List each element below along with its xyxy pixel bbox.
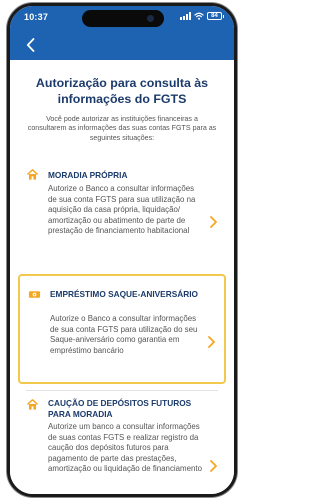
camera-notch — [82, 10, 164, 27]
phone-frame: 10:37 84 Autorização para consulta às in… — [7, 3, 237, 497]
app-header: 10:37 84 — [10, 6, 234, 60]
money-icon — [28, 291, 41, 298]
option-title: MORADIA PRÓPRIA — [48, 170, 128, 180]
option-title: EMPRÉSTIMO SAQUE-ANIVERSÁRIO — [50, 289, 198, 299]
option-moradia-propria[interactable]: MORADIA PRÓPRIA Autorize o Banco a consu… — [18, 162, 226, 270]
battery-icon: 84 — [207, 12, 224, 20]
option-title: CAUÇÃO DE DEPÓSITOS FUTUROS PARA MORADIA — [48, 398, 192, 419]
option-description: Autorize o Banco a consultar informações… — [48, 184, 196, 235]
option-emprestimo-saque-aniversario[interactable]: EMPRÉSTIMO SAQUE-ANIVERSÁRIO Autorize o … — [18, 274, 226, 384]
camera-icon — [147, 15, 154, 22]
chevron-right-icon — [208, 336, 215, 348]
chevron-right-icon — [210, 460, 217, 472]
chevron-right-icon — [210, 216, 217, 228]
page-content: Autorização para consulta às informações… — [10, 60, 234, 494]
status-icons: 84 — [180, 12, 224, 20]
back-button[interactable] — [22, 37, 38, 53]
option-caucao-depositos-futuros[interactable]: CAUÇÃO DE DEPÓSITOS FUTUROS PARA MORADIA… — [18, 392, 226, 494]
page-subtitle: Você pode autorizar as instituições fina… — [27, 115, 217, 142]
battery-level: 84 — [211, 13, 218, 19]
page-title: Autorização para consulta às informações… — [35, 76, 209, 106]
wifi-icon — [194, 12, 204, 20]
house-icon — [26, 399, 39, 410]
option-description: Autorize um banco a consultar informaçõe… — [48, 422, 202, 473]
option-description: Autorize o Banco a consultar informações… — [50, 314, 198, 355]
status-time: 10:37 — [24, 12, 49, 22]
chevron-left-icon — [26, 38, 34, 52]
signal-icon — [180, 12, 191, 20]
house-icon — [26, 169, 39, 180]
divider — [26, 390, 218, 391]
